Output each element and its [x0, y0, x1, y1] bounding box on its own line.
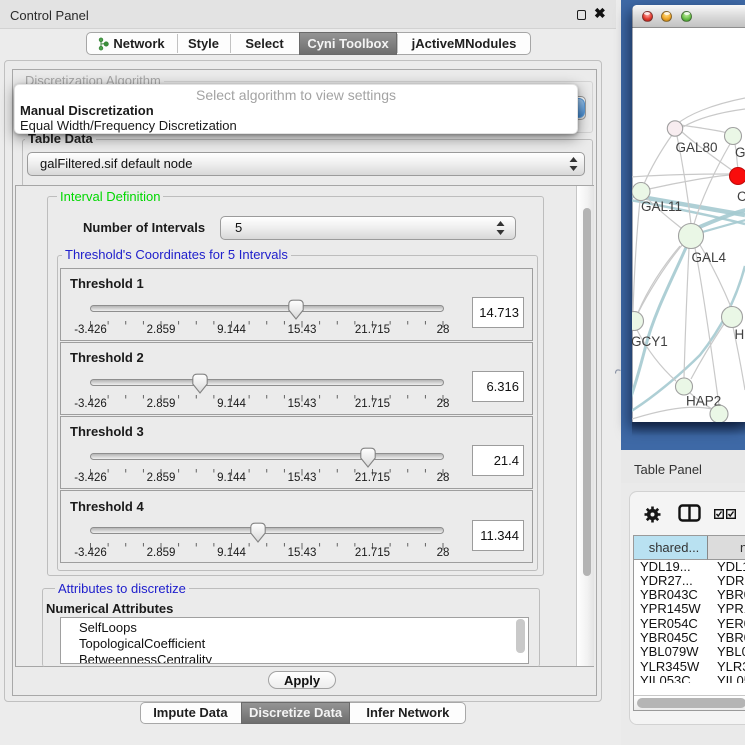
svg-text:GAL4: GAL4	[692, 250, 727, 265]
svg-text:GCY1: GCY1	[632, 334, 668, 349]
svg-text:HAP2: HAP2	[686, 394, 721, 409]
svg-text:GAL80: GAL80	[676, 140, 718, 155]
svg-text:H: H	[735, 327, 745, 342]
svg-text:GA: GA	[735, 145, 745, 160]
svg-text:C: C	[737, 189, 745, 204]
svg-text:GAL11: GAL11	[641, 199, 682, 214]
